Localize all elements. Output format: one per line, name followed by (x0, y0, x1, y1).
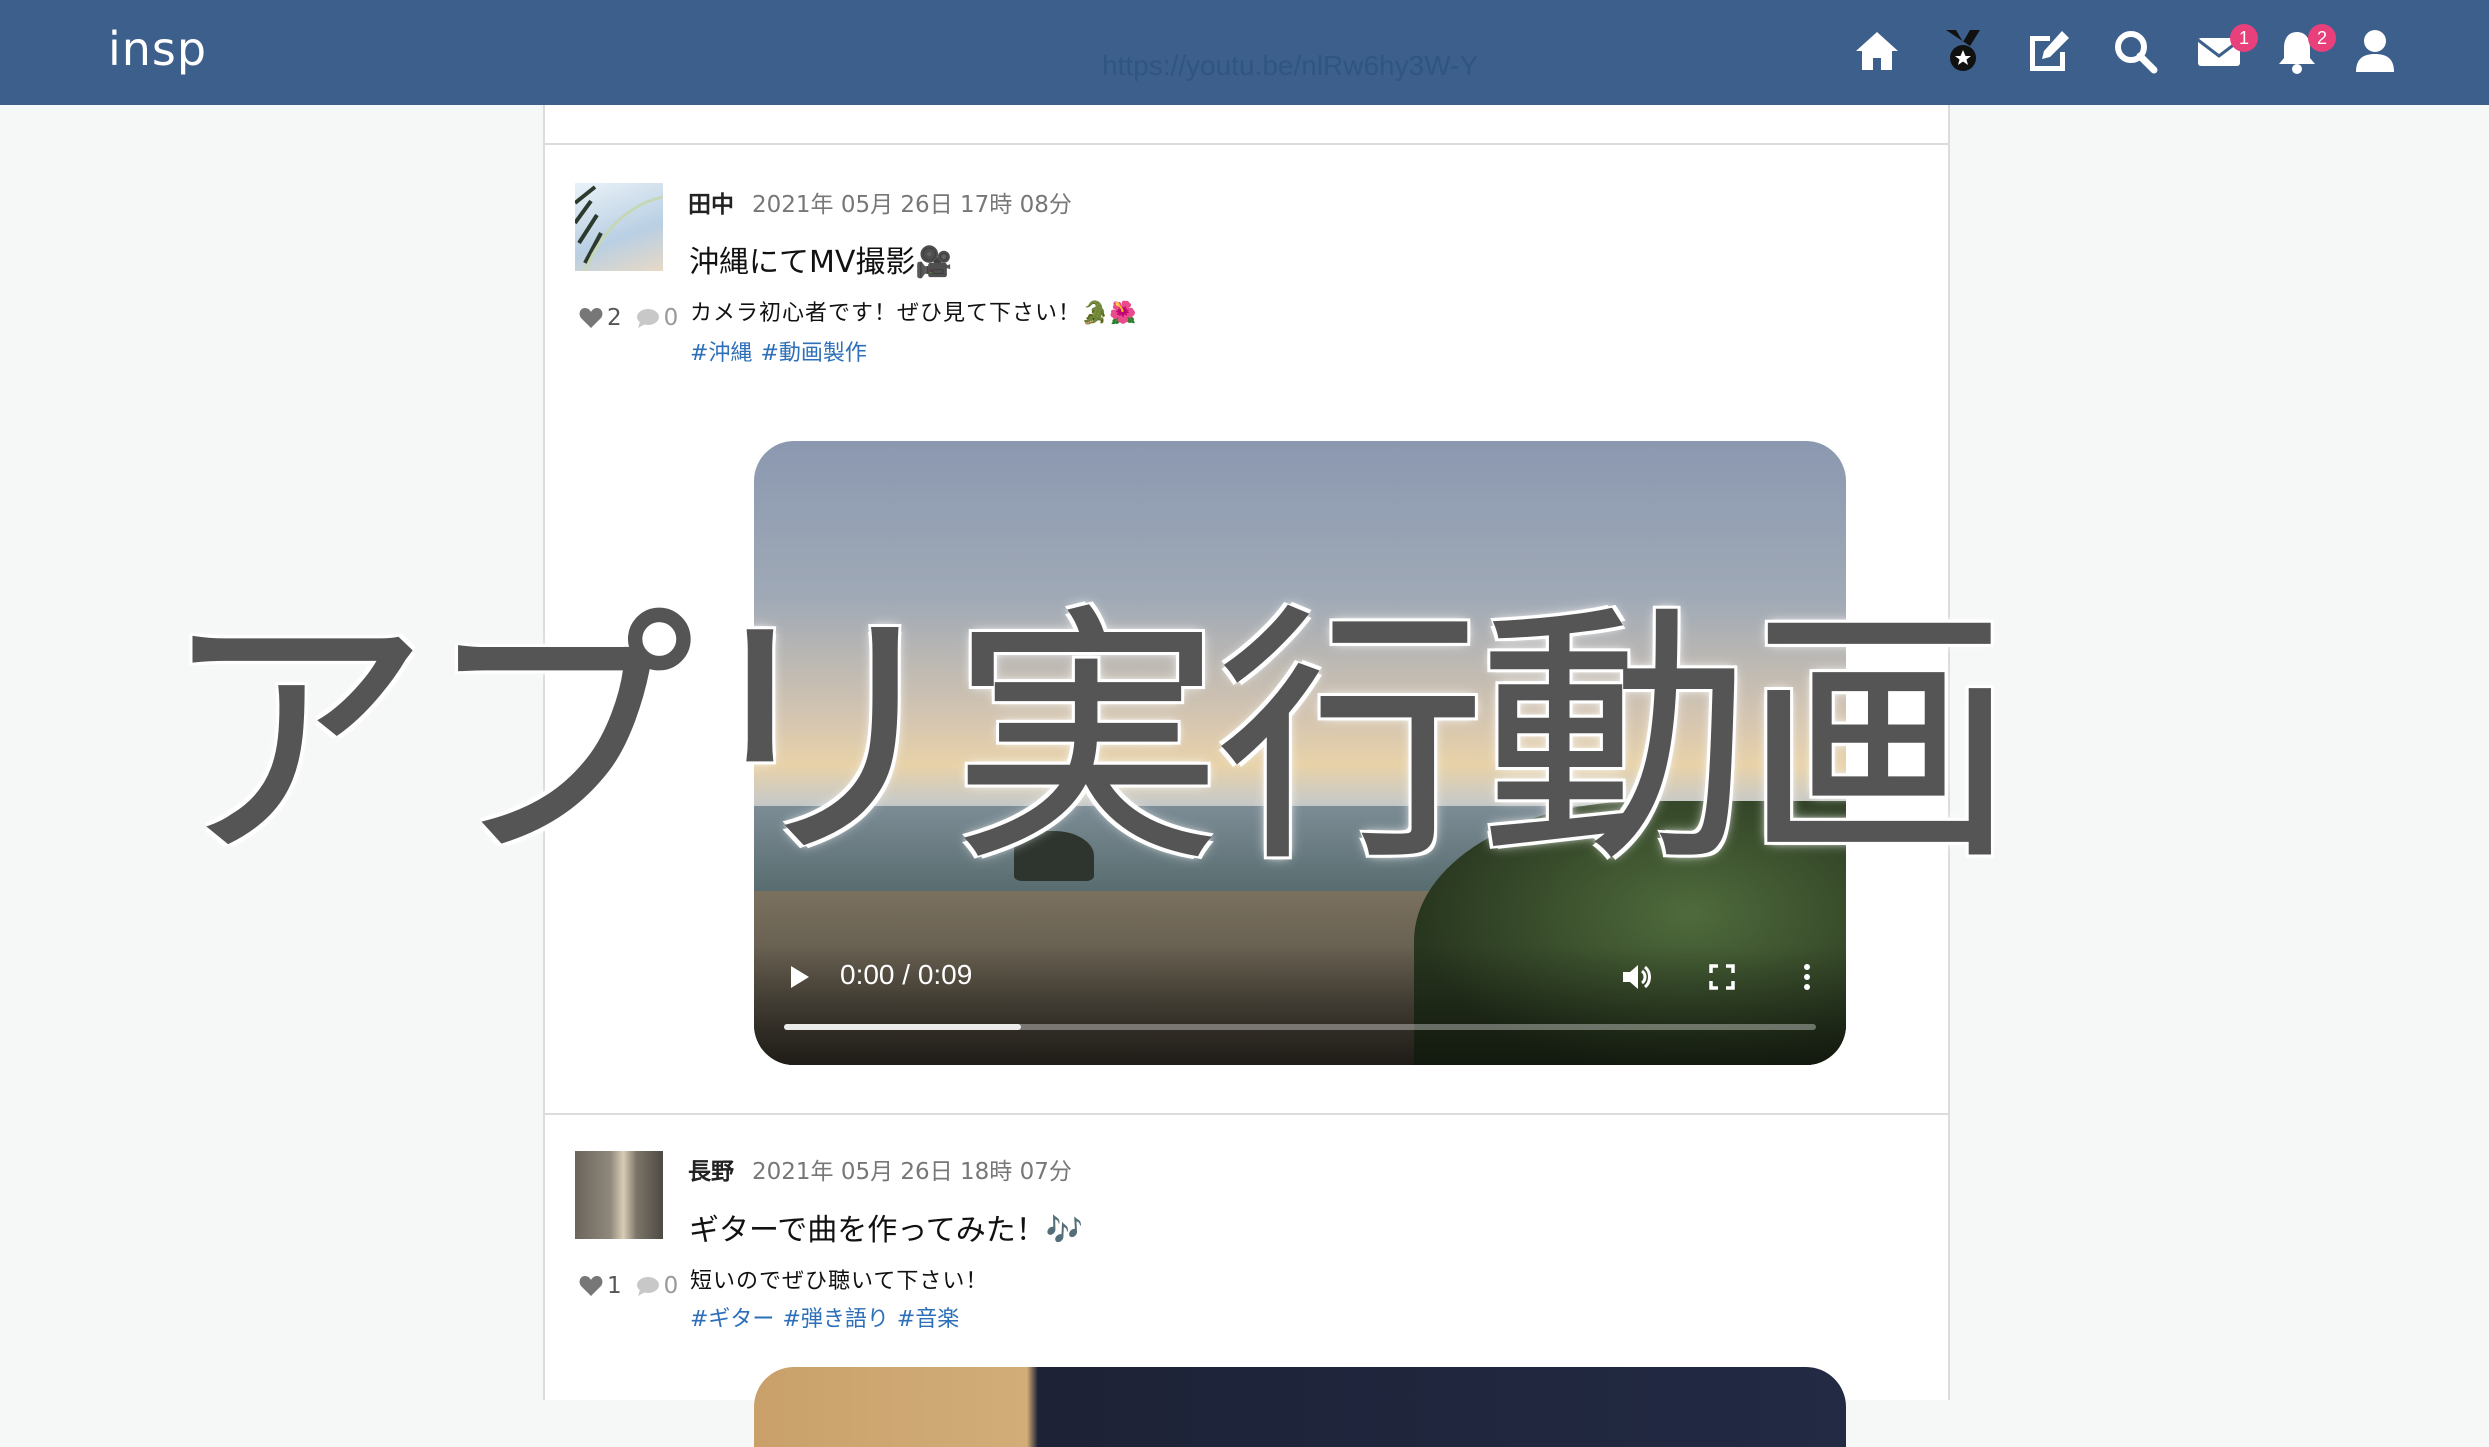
post-stats: 2 0 (579, 305, 678, 331)
tag-link[interactable]: #弾き語り (782, 1307, 888, 1332)
post-title[interactable]: 沖縄にてMV撮影🎥 (689, 237, 953, 281)
tag-link[interactable]: #音楽 (897, 1307, 959, 1332)
home-icon[interactable] (1852, 26, 1902, 76)
comment-count: 0 (663, 1273, 679, 1299)
post-meta: 長野 2021年 05月 26日 18時 07分 (688, 1152, 1072, 1186)
edit-icon[interactable] (2024, 26, 2074, 76)
video-time: 0:00 / 0:09 (840, 959, 973, 990)
post-title[interactable]: ギターで曲を作ってみた！🎶 (689, 1205, 1083, 1249)
video-thumbnail[interactable] (754, 1367, 1846, 1447)
post-meta: 田中 2021年 05月 26日 17時 08分 (688, 185, 1072, 219)
heart-icon[interactable] (579, 1275, 603, 1297)
notifications-badge: 2 (2308, 24, 2336, 52)
envelope-icon[interactable]: 1 (2194, 24, 2258, 76)
post-stats: 1 0 (579, 1273, 678, 1299)
post-body: カメラ初心者です！ぜひ見て下さい！🐊🌺 (690, 301, 1138, 326)
bell-icon[interactable]: 2 (2272, 24, 2336, 76)
medal-icon[interactable] (1938, 26, 1988, 76)
messages-badge: 1 (2230, 24, 2258, 52)
comment-icon[interactable] (636, 307, 660, 329)
heart-icon[interactable] (579, 307, 603, 329)
post-username[interactable]: 長野 (688, 1159, 734, 1185)
search-icon[interactable] (2110, 26, 2160, 76)
post-tags: #沖縄 #動画製作 (690, 335, 875, 367)
comment-count: 0 (663, 305, 679, 331)
video-progress-bar[interactable] (784, 1024, 1816, 1030)
like-count: 2 (607, 305, 622, 331)
video-url-link[interactable]: https://youtu.be/nlRw6hy3W-Y (1102, 50, 1478, 82)
post-body: 短いのでぜひ聴いて下さい！ (690, 1269, 989, 1294)
avatar[interactable] (573, 183, 664, 272)
like-count: 1 (607, 1273, 622, 1299)
avatar[interactable] (575, 1151, 663, 1239)
top-navbar: insp https://youtu.be/nlRw6hy3W-Y 1 2 (0, 0, 2489, 105)
user-icon[interactable] (2350, 26, 2400, 76)
tag-link[interactable]: #ギター (690, 1307, 774, 1332)
video-progress-fill (784, 1024, 1022, 1030)
post-tags: #ギター #弾き語り #音楽 (690, 1301, 967, 1333)
more-options-icon[interactable] (1790, 960, 1824, 994)
volume-icon[interactable] (1620, 960, 1654, 994)
tag-link[interactable]: #動画製作 (760, 341, 866, 366)
app-logo[interactable]: insp (108, 22, 207, 76)
post-date: 2021年 05月 26日 17時 08分 (752, 192, 1072, 218)
comment-icon[interactable] (636, 1275, 660, 1297)
tag-link[interactable]: #沖縄 (690, 341, 752, 366)
post-card: 長野 2021年 05月 26日 18時 07分 ギターで曲を作ってみた！🎶 1 … (545, 1115, 1948, 1400)
fullscreen-icon[interactable] (1705, 960, 1739, 994)
overlay-caption: アプリ実行動画 (159, 581, 2015, 898)
post-username[interactable]: 田中 (688, 192, 734, 218)
play-icon[interactable] (784, 962, 814, 992)
post-date: 2021年 05月 26日 18時 07分 (752, 1159, 1072, 1185)
